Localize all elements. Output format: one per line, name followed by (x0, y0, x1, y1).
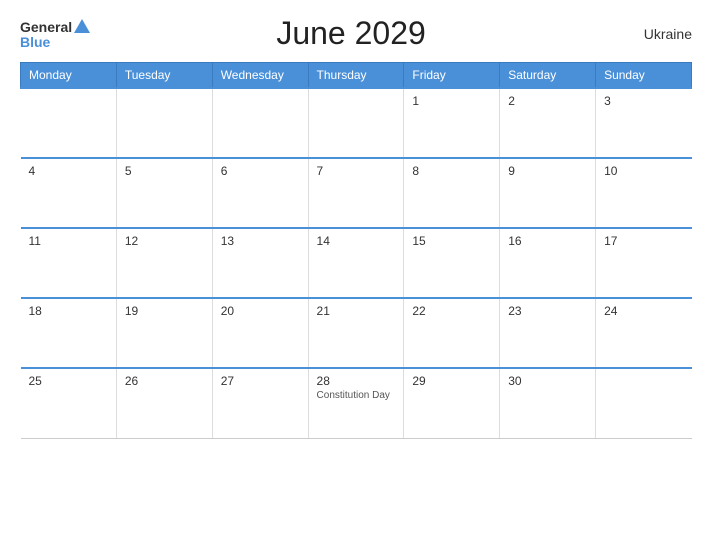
logo-triangle-icon (74, 19, 90, 33)
col-wednesday: Wednesday (212, 63, 308, 89)
calendar-week-row: 25 26 27 28 Constitution Day 29 30 (21, 368, 692, 438)
calendar-cell (116, 88, 212, 158)
day-number: 22 (412, 304, 491, 318)
country-label: Ukraine (612, 26, 692, 42)
day-number: 20 (221, 304, 300, 318)
day-number: 19 (125, 304, 204, 318)
day-number: 6 (221, 164, 300, 178)
day-number: 15 (412, 234, 491, 248)
day-number: 12 (125, 234, 204, 248)
col-saturday: Saturday (500, 63, 596, 89)
day-number: 10 (604, 164, 683, 178)
calendar-cell: 15 (404, 228, 500, 298)
day-number: 3 (604, 94, 683, 108)
logo-blue-text: Blue (20, 35, 50, 49)
logo-general-text: General (20, 20, 72, 34)
day-number: 16 (508, 234, 587, 248)
calendar-cell: 20 (212, 298, 308, 368)
calendar-cell: 5 (116, 158, 212, 228)
day-number: 27 (221, 374, 300, 388)
calendar-week-row: 11 12 13 14 15 16 17 (21, 228, 692, 298)
day-number: 28 (317, 374, 396, 388)
calendar-cell: 21 (308, 298, 404, 368)
calendar-cell: 27 (212, 368, 308, 438)
calendar-cell: 29 (404, 368, 500, 438)
page-title: June 2029 (90, 15, 612, 52)
day-number: 30 (508, 374, 587, 388)
calendar-cell (308, 88, 404, 158)
calendar-cell: 22 (404, 298, 500, 368)
col-thursday: Thursday (308, 63, 404, 89)
calendar-cell: 13 (212, 228, 308, 298)
day-number: 18 (29, 304, 108, 318)
calendar-cell: 8 (404, 158, 500, 228)
calendar-cell (21, 88, 117, 158)
calendar-cell: 9 (500, 158, 596, 228)
day-number: 26 (125, 374, 204, 388)
col-sunday: Sunday (596, 63, 692, 89)
calendar-cell: 2 (500, 88, 596, 158)
calendar-cell (212, 88, 308, 158)
calendar-cell: 17 (596, 228, 692, 298)
col-friday: Friday (404, 63, 500, 89)
calendar-cell: 18 (21, 298, 117, 368)
calendar-week-row: 4 5 6 7 8 9 10 (21, 158, 692, 228)
day-number: 13 (221, 234, 300, 248)
calendar-cell: 10 (596, 158, 692, 228)
calendar-cell (596, 368, 692, 438)
calendar-cell: 12 (116, 228, 212, 298)
event-label: Constitution Day (317, 390, 396, 401)
calendar-header-row: Monday Tuesday Wednesday Thursday Friday… (21, 63, 692, 89)
calendar-week-row: 18 19 20 21 22 23 24 (21, 298, 692, 368)
calendar-cell: 30 (500, 368, 596, 438)
calendar-cell: 14 (308, 228, 404, 298)
day-number: 9 (508, 164, 587, 178)
calendar-cell: 6 (212, 158, 308, 228)
day-number: 11 (29, 234, 108, 248)
calendar-cell: 19 (116, 298, 212, 368)
day-number: 17 (604, 234, 683, 248)
day-number: 4 (29, 164, 108, 178)
day-number: 7 (317, 164, 396, 178)
calendar-cell: 3 (596, 88, 692, 158)
calendar-cell: 25 (21, 368, 117, 438)
calendar-cell: 26 (116, 368, 212, 438)
day-number: 21 (317, 304, 396, 318)
col-monday: Monday (21, 63, 117, 89)
calendar-table: Monday Tuesday Wednesday Thursday Friday… (20, 62, 692, 439)
day-number: 1 (412, 94, 491, 108)
calendar-cell: 11 (21, 228, 117, 298)
day-number: 24 (604, 304, 683, 318)
day-number: 25 (29, 374, 108, 388)
calendar-cell: 28 Constitution Day (308, 368, 404, 438)
calendar-cell: 4 (21, 158, 117, 228)
calendar-cell: 16 (500, 228, 596, 298)
day-number: 23 (508, 304, 587, 318)
day-number: 5 (125, 164, 204, 178)
col-tuesday: Tuesday (116, 63, 212, 89)
calendar-week-row: 1 2 3 (21, 88, 692, 158)
calendar-cell: 7 (308, 158, 404, 228)
day-number: 14 (317, 234, 396, 248)
calendar-cell: 23 (500, 298, 596, 368)
calendar-cell: 24 (596, 298, 692, 368)
logo: General Blue (20, 19, 90, 49)
day-number: 29 (412, 374, 491, 388)
day-number: 8 (412, 164, 491, 178)
calendar-cell: 1 (404, 88, 500, 158)
day-number: 2 (508, 94, 587, 108)
page-header: General Blue June 2029 Ukraine (20, 15, 692, 52)
calendar-page: General Blue June 2029 Ukraine Monday Tu… (0, 0, 712, 550)
